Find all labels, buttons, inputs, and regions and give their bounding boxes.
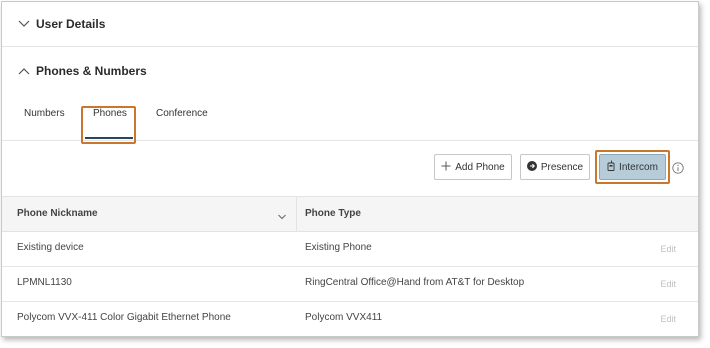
user-settings-panel: User Details Phones & Numbers Numbers Ph… [1, 1, 699, 337]
chevron-down-icon[interactable] [277, 208, 289, 220]
tab-numbers[interactable]: Numbers [24, 108, 65, 119]
table-row: Polycom VVX-411 Color Gigabit Ethernet P… [2, 301, 698, 336]
phone-nickname-cell: Polycom VVX-411 Color Gigabit Ethernet P… [17, 312, 231, 323]
table-row: LPMNL1130 RingCentral Office@Hand from A… [2, 266, 698, 302]
section-title: Phones & Numbers [36, 64, 147, 78]
edit-link[interactable]: Edit [660, 314, 676, 324]
table-row: Existing device Existing Phone Edit [2, 231, 698, 267]
phone-type-cell: RingCentral Office@Hand from AT&T for De… [305, 277, 525, 288]
user-details-header[interactable]: User Details [2, 2, 698, 47]
phone-type-cell: Existing Phone [305, 242, 372, 253]
edit-link[interactable]: Edit [660, 279, 676, 289]
phone-type-cell: Polycom VVX411 [305, 312, 383, 323]
chevron-up-icon [14, 61, 34, 81]
arrow-circle-icon [526, 160, 537, 174]
column-header-phone-type: Phone Type [305, 208, 361, 219]
column-divider [296, 197, 297, 231]
chevron-down-icon [14, 14, 34, 34]
info-icon[interactable] [672, 161, 684, 174]
presence-button[interactable]: Presence [520, 154, 590, 180]
presence-label: Presence [540, 161, 584, 173]
plus-icon [441, 161, 451, 174]
add-phone-button[interactable]: Add Phone [434, 154, 512, 180]
edit-link[interactable]: Edit [660, 244, 676, 254]
column-header-phone-nickname[interactable]: Phone Nickname [17, 208, 98, 219]
phones-tab-highlight [81, 106, 136, 144]
tab-conference[interactable]: Conference [156, 108, 208, 119]
phone-nickname-cell: Existing device [17, 242, 84, 253]
table-header: Phone Nickname Phone Type [2, 196, 698, 232]
phones-numbers-header[interactable]: Phones & Numbers [2, 49, 698, 93]
section-title: User Details [36, 17, 106, 31]
intercom-button-highlight [595, 150, 670, 184]
phone-nickname-cell: LPMNL1130 [17, 277, 72, 288]
add-phone-label: Add Phone [455, 161, 505, 173]
